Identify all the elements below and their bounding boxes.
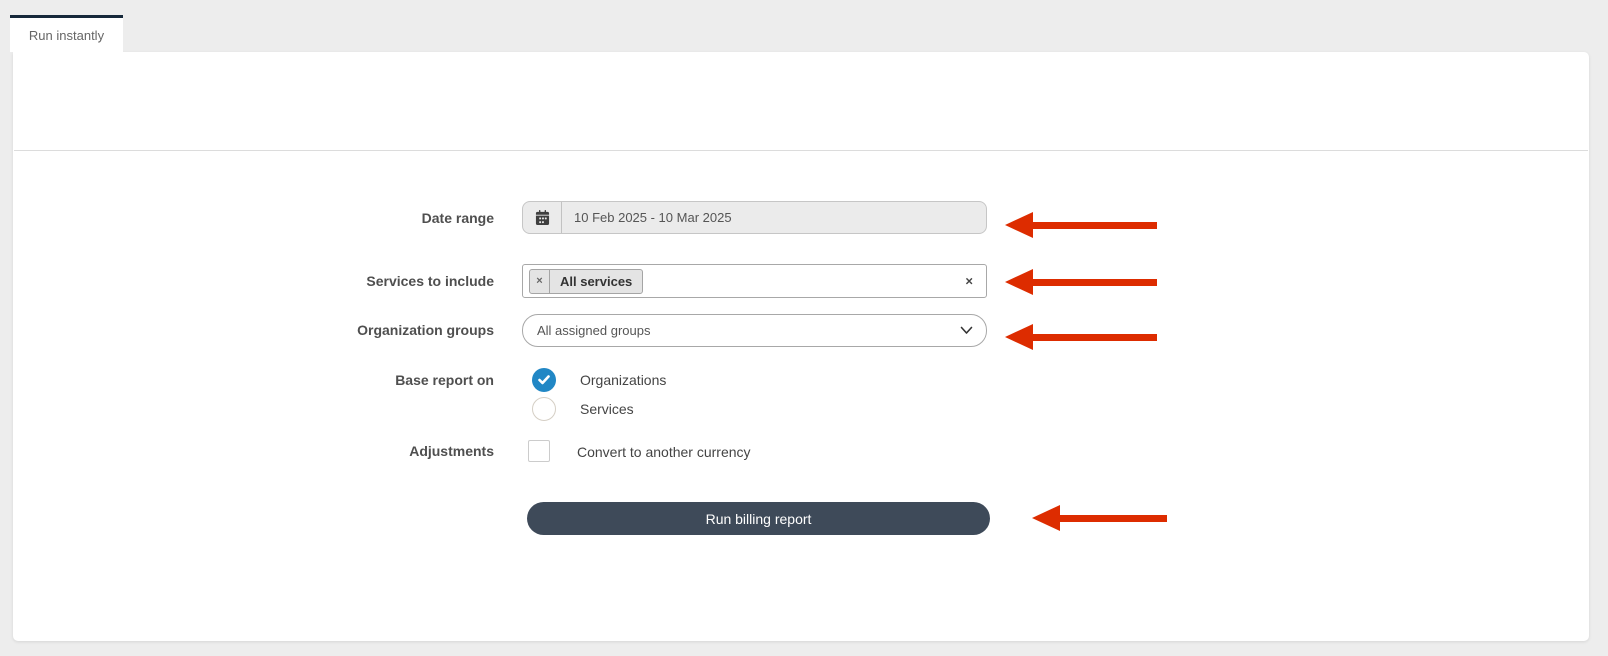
- arrow-head-icon: [1005, 324, 1033, 350]
- services-label: Services to include: [194, 273, 494, 289]
- organization-groups-value: All assigned groups: [537, 323, 650, 338]
- chevron-down-icon: [960, 326, 973, 335]
- tab-run-instantly[interactable]: Run instantly: [10, 15, 123, 52]
- clear-services-icon[interactable]: ×: [965, 275, 973, 288]
- organization-groups-label: Organization groups: [194, 322, 494, 338]
- annotation-arrow-date-range: [1005, 212, 1157, 238]
- arrow-head-icon: [1005, 212, 1033, 238]
- adjustments-label: Adjustments: [194, 443, 494, 459]
- base-report-on-label: Base report on: [194, 372, 494, 388]
- arrow-tail: [1033, 279, 1157, 286]
- arrow-head-icon: [1005, 269, 1033, 295]
- service-tag-label: All services: [550, 270, 642, 293]
- remove-tag-icon[interactable]: ×: [530, 270, 550, 293]
- convert-currency-label: Convert to another currency: [577, 444, 751, 460]
- date-range-input[interactable]: 10 Feb 2025 - 10 Mar 2025: [522, 201, 987, 234]
- selected-service-tag: × All services: [529, 269, 643, 294]
- header-divider: [14, 150, 1588, 151]
- radio-services-label: Services: [580, 401, 634, 417]
- check-icon: [538, 375, 550, 385]
- annotation-arrow-services: [1005, 269, 1157, 295]
- convert-currency-checkbox[interactable]: [528, 440, 550, 462]
- date-range-label: Date range: [194, 210, 494, 226]
- radio-organizations-label: Organizations: [580, 372, 666, 388]
- arrow-tail: [1060, 515, 1167, 522]
- tab-label: Run instantly: [29, 28, 104, 43]
- annotation-arrow-run-button: [1032, 505, 1167, 531]
- run-billing-report-button[interactable]: Run billing report: [527, 502, 990, 535]
- arrow-head-icon: [1032, 505, 1060, 531]
- annotation-arrow-organization-groups: [1005, 324, 1157, 350]
- billing-report-page: Run instantly Run the General Billing Re…: [0, 0, 1608, 656]
- arrow-tail: [1033, 222, 1157, 229]
- calendar-icon: [523, 202, 562, 233]
- date-range-value: 10 Feb 2025 - 10 Mar 2025: [562, 210, 732, 225]
- organization-groups-select[interactable]: All assigned groups: [522, 314, 987, 347]
- services-multiselect[interactable]: × All services ×: [522, 264, 987, 298]
- radio-organizations[interactable]: [532, 368, 556, 392]
- radio-services[interactable]: [532, 397, 556, 421]
- arrow-tail: [1033, 334, 1157, 341]
